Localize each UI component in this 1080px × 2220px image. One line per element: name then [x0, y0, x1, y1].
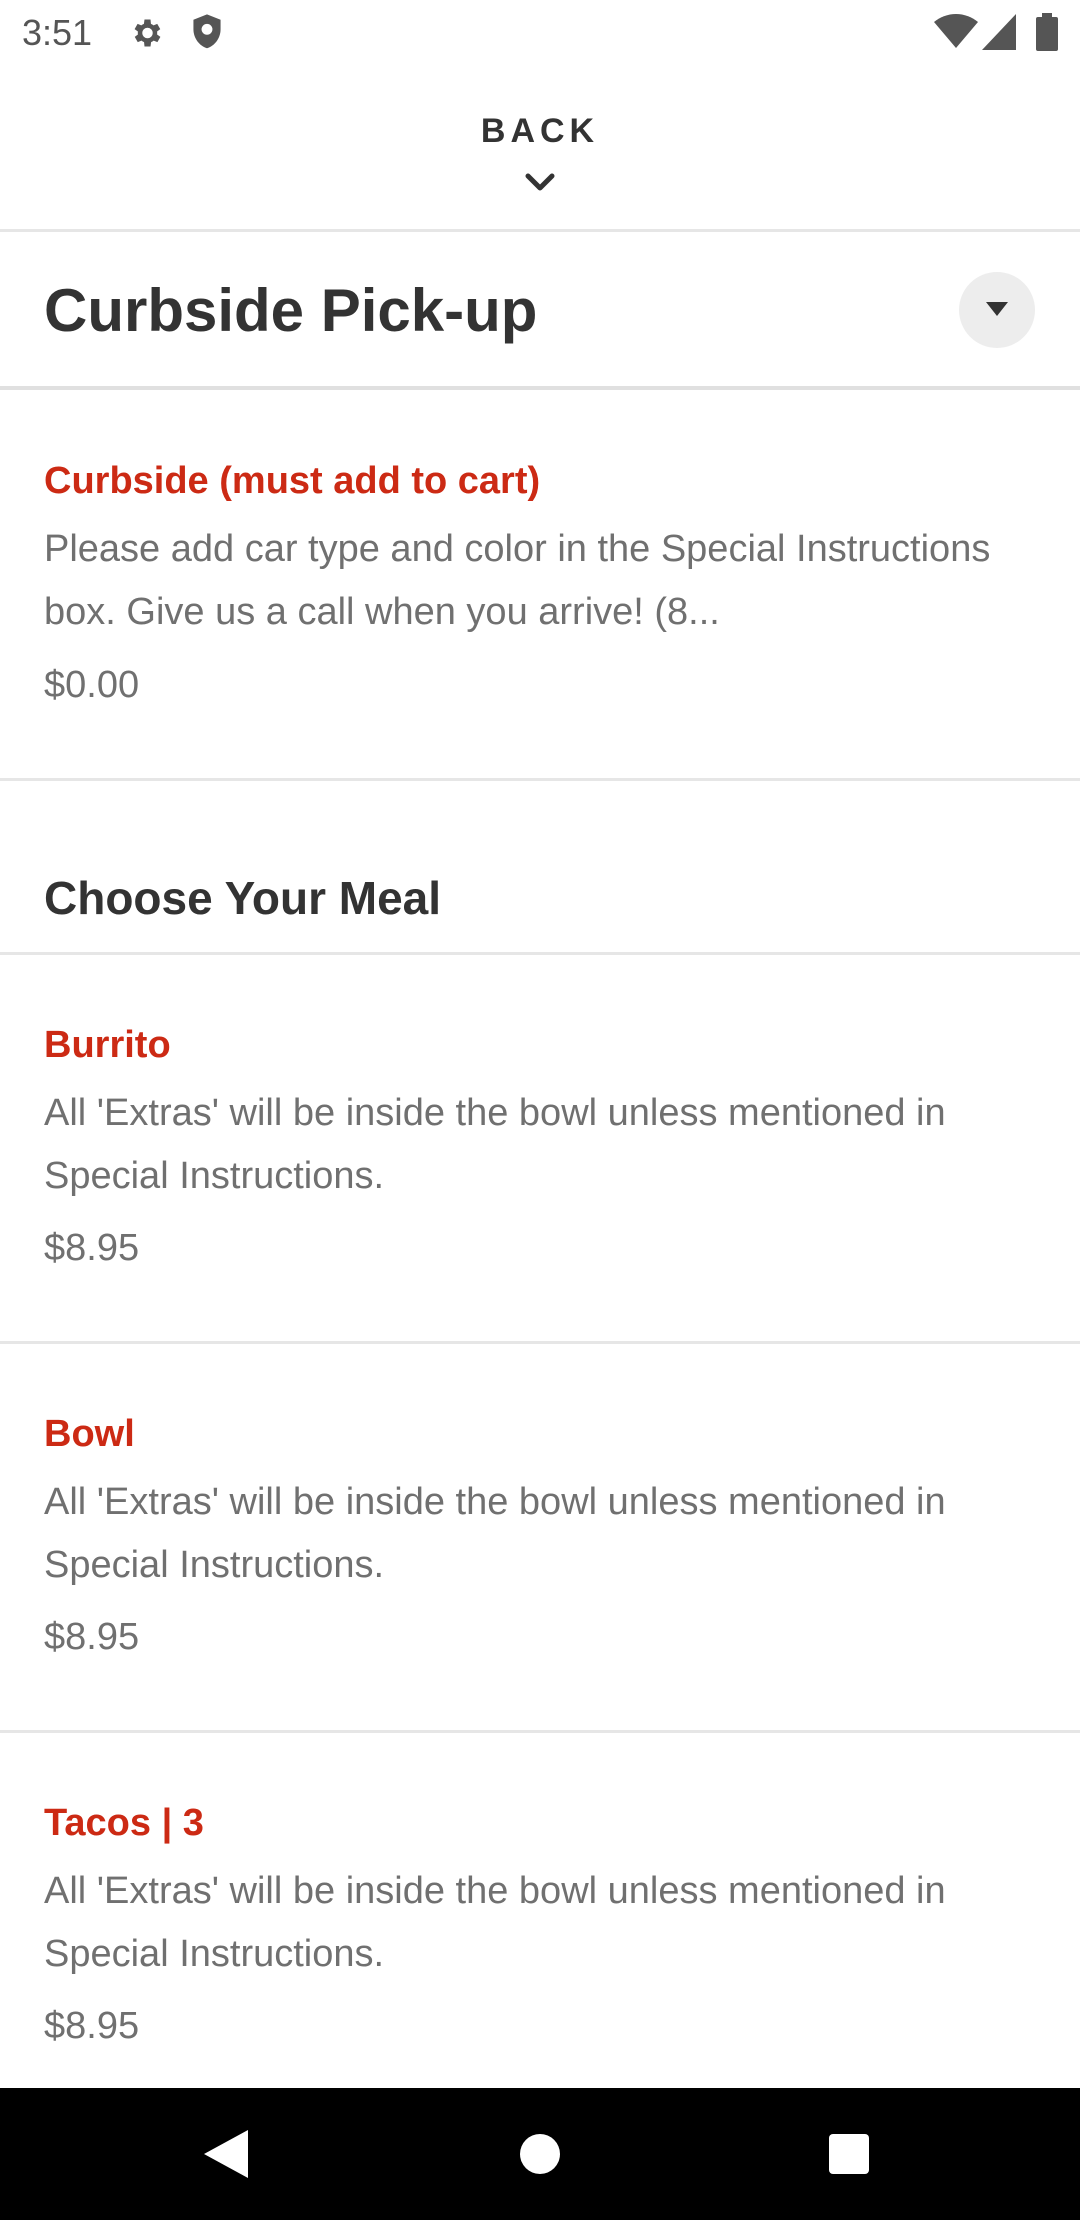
- section-header[interactable]: Curbside Pick-up: [0, 232, 1080, 390]
- item-description: All 'Extras' will be inside the bowl unl…: [44, 1092, 946, 1197]
- item-name: Bowl: [44, 1413, 135, 1455]
- item-name: Curbside (must add to cart): [44, 460, 541, 502]
- wifi-icon: [934, 14, 978, 48]
- back-label: BACK: [480, 112, 600, 150]
- menu-item-curbside[interactable]: Curbside (must add to cart) Please add c…: [0, 390, 1080, 781]
- item-price: $8.95: [44, 1227, 140, 1269]
- item-price: $0.00: [44, 664, 140, 706]
- item-name: Tacos | 3: [44, 1802, 204, 1844]
- signal-icon: [982, 14, 1016, 50]
- item-price: $8.95: [44, 2005, 140, 2047]
- navigation-bar: [0, 2088, 1080, 2220]
- category-header: Choose Your Meal: [0, 781, 1080, 955]
- back-button[interactable]: BACK: [0, 66, 1080, 232]
- chevron-down-icon: [525, 173, 555, 191]
- caret-down-icon: [986, 302, 1008, 316]
- nav-home-icon[interactable]: [520, 2134, 560, 2174]
- status-time: 3:51: [22, 12, 93, 53]
- item-description: Please add car type and color in the Spe…: [44, 528, 991, 633]
- section-title: Curbside Pick-up: [44, 277, 538, 344]
- item-name: Burrito: [44, 1024, 171, 1066]
- item-price: $8.95: [44, 1616, 140, 1658]
- gear-icon: [134, 19, 161, 47]
- menu-item-bowl[interactable]: Bowl All 'Extras' will be inside the bow…: [0, 1344, 1080, 1733]
- menu-item-tacos[interactable]: Tacos | 3 All 'Extras' will be inside th…: [0, 1733, 1080, 2088]
- item-description: All 'Extras' will be inside the bowl unl…: [44, 1870, 946, 1975]
- nav-recents-icon[interactable]: [829, 2134, 869, 2174]
- section-toggle-button[interactable]: [959, 272, 1035, 348]
- category-title: Choose Your Meal: [44, 872, 442, 924]
- shield-icon: [193, 14, 221, 49]
- item-description: All 'Extras' will be inside the bowl unl…: [44, 1481, 946, 1586]
- nav-back-icon[interactable]: [204, 2130, 248, 2178]
- status-bar: 3:51: [0, 0, 1080, 66]
- battery-icon: [1036, 13, 1058, 51]
- menu-item-burrito[interactable]: Burrito All 'Extras' will be inside the …: [0, 955, 1080, 1344]
